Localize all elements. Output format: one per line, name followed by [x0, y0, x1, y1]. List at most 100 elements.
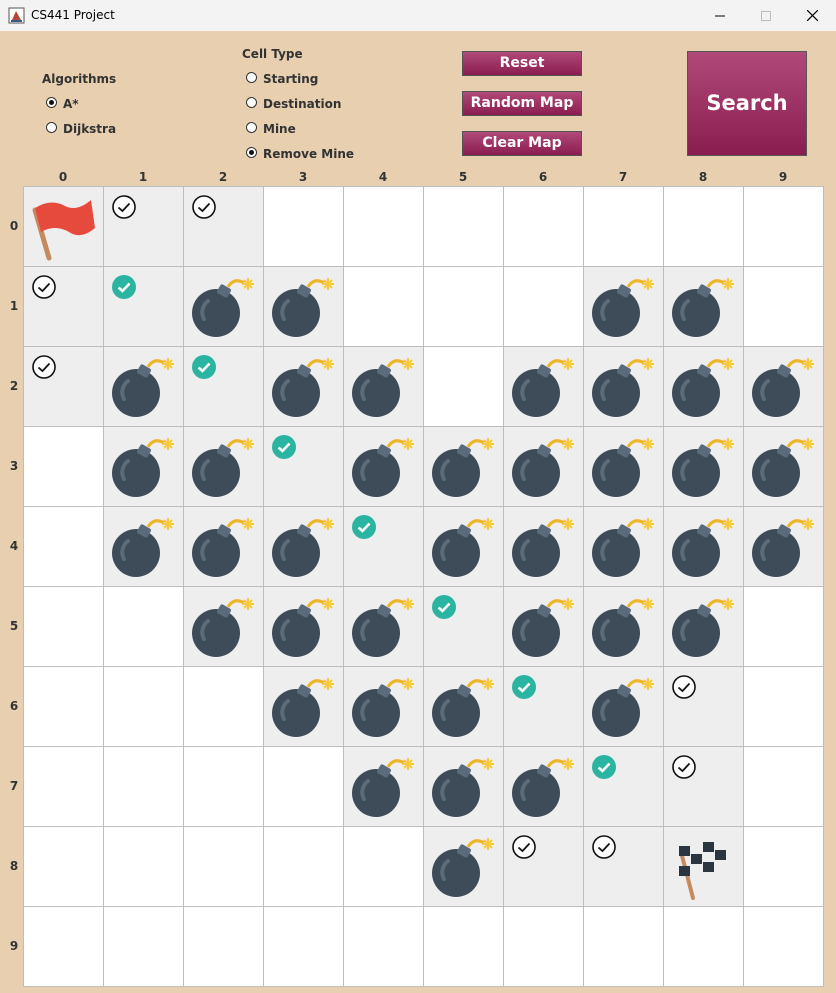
grid-cell-empty[interactable] — [24, 427, 103, 506]
grid-cell-empty[interactable] — [744, 187, 823, 266]
grid-cell-visited[interactable] — [24, 347, 103, 426]
grid-cell-mine[interactable] — [504, 747, 583, 826]
grid-cell-mine[interactable] — [424, 747, 503, 826]
grid-cell-empty[interactable] — [424, 267, 503, 346]
grid-cell-path[interactable] — [584, 747, 663, 826]
grid-cell-empty[interactable] — [104, 667, 183, 746]
grid-cell-empty[interactable] — [24, 747, 103, 826]
grid-cell-empty[interactable] — [744, 587, 823, 666]
grid-cell-empty[interactable] — [264, 747, 343, 826]
grid-cell-empty[interactable] — [344, 187, 423, 266]
grid-cell-empty[interactable] — [744, 747, 823, 826]
grid-cell-visited[interactable] — [104, 187, 183, 266]
grid-cell-mine[interactable] — [664, 507, 743, 586]
grid-cell-path[interactable] — [344, 507, 423, 586]
grid-cell-mine[interactable] — [504, 587, 583, 666]
map-grid[interactable] — [23, 186, 824, 987]
grid-cell-mine[interactable] — [664, 427, 743, 506]
grid-cell-mine[interactable] — [584, 507, 663, 586]
grid-cell-path[interactable] — [184, 347, 263, 426]
grid-cell-mine[interactable] — [344, 347, 423, 426]
grid-cell-mine[interactable] — [504, 507, 583, 586]
grid-cell-mine[interactable] — [584, 267, 663, 346]
grid-cell-empty[interactable] — [24, 827, 103, 906]
grid-cell-mine[interactable] — [584, 427, 663, 506]
grid-cell-visited[interactable] — [664, 667, 743, 746]
grid-cell-mine[interactable] — [744, 347, 823, 426]
grid-cell-empty[interactable] — [424, 187, 503, 266]
grid-cell-empty[interactable] — [504, 187, 583, 266]
grid-cell-visited[interactable] — [584, 827, 663, 906]
grid-cell-mine[interactable] — [344, 427, 423, 506]
grid-cell-mine[interactable] — [584, 347, 663, 426]
grid-cell-mine[interactable] — [344, 587, 423, 666]
grid-cell-mine[interactable] — [264, 667, 343, 746]
grid-cell-mine[interactable] — [424, 827, 503, 906]
grid-cell-mine[interactable] — [184, 587, 263, 666]
grid-cell-mine[interactable] — [424, 667, 503, 746]
maximize-button[interactable] — [743, 0, 789, 31]
grid-cell-visited[interactable] — [184, 187, 263, 266]
grid-cell-mine[interactable] — [664, 347, 743, 426]
grid-cell-empty[interactable] — [264, 827, 343, 906]
radio-mine[interactable] — [246, 122, 257, 133]
clear-map-button[interactable]: Clear Map — [462, 131, 582, 156]
grid-cell-path[interactable] — [264, 427, 343, 506]
grid-cell-mine[interactable] — [344, 667, 423, 746]
radio-dijkstra-label[interactable]: Dijkstra — [63, 122, 116, 136]
grid-cell-empty[interactable] — [104, 587, 183, 666]
grid-cell-visited[interactable] — [504, 827, 583, 906]
grid-cell-start-flag[interactable] — [24, 187, 103, 266]
grid-cell-empty[interactable] — [344, 827, 423, 906]
grid-cell-empty[interactable] — [184, 747, 263, 826]
grid-cell-mine[interactable] — [584, 587, 663, 666]
grid-cell-empty[interactable] — [424, 347, 503, 426]
grid-cell-mine[interactable] — [104, 347, 183, 426]
grid-cell-empty[interactable] — [584, 907, 663, 986]
grid-cell-mine[interactable] — [264, 267, 343, 346]
grid-cell-empty[interactable] — [24, 907, 103, 986]
grid-cell-mine[interactable] — [664, 267, 743, 346]
search-button[interactable]: Search — [687, 51, 807, 156]
grid-cell-mine[interactable] — [264, 507, 343, 586]
radio-starting[interactable] — [246, 72, 257, 83]
grid-cell-empty[interactable] — [424, 907, 503, 986]
radio-astar-label[interactable]: A* — [63, 97, 79, 111]
grid-cell-mine[interactable] — [504, 427, 583, 506]
grid-cell-mine[interactable] — [584, 667, 663, 746]
random-map-button[interactable]: Random Map — [462, 91, 582, 116]
grid-cell-mine[interactable] — [664, 587, 743, 666]
radio-destination[interactable] — [246, 97, 257, 108]
reset-button[interactable]: Reset — [462, 51, 582, 76]
grid-cell-empty[interactable] — [184, 667, 263, 746]
grid-cell-mine[interactable] — [104, 427, 183, 506]
grid-cell-empty[interactable] — [744, 907, 823, 986]
grid-cell-mine[interactable] — [184, 427, 263, 506]
grid-cell-empty[interactable] — [504, 907, 583, 986]
grid-cell-empty[interactable] — [664, 187, 743, 266]
grid-cell-visited[interactable] — [664, 747, 743, 826]
radio-remove-mine[interactable] — [246, 147, 257, 158]
grid-cell-empty[interactable] — [24, 587, 103, 666]
grid-cell-path[interactable] — [424, 587, 503, 666]
grid-cell-mine[interactable] — [184, 267, 263, 346]
grid-cell-path[interactable] — [104, 267, 183, 346]
grid-cell-empty[interactable] — [104, 827, 183, 906]
grid-cell-empty[interactable] — [264, 907, 343, 986]
grid-cell-mine[interactable] — [104, 507, 183, 586]
grid-cell-empty[interactable] — [104, 747, 183, 826]
radio-dijkstra[interactable] — [46, 122, 57, 133]
grid-cell-empty[interactable] — [24, 667, 103, 746]
grid-cell-empty[interactable] — [184, 907, 263, 986]
grid-cell-empty[interactable] — [344, 267, 423, 346]
grid-cell-visited[interactable] — [24, 267, 103, 346]
grid-cell-empty[interactable] — [184, 827, 263, 906]
grid-cell-empty[interactable] — [744, 267, 823, 346]
grid-cell-mine[interactable] — [184, 507, 263, 586]
grid-cell-empty[interactable] — [24, 507, 103, 586]
grid-cell-mine[interactable] — [344, 747, 423, 826]
grid-cell-empty[interactable] — [504, 267, 583, 346]
grid-cell-empty[interactable] — [104, 907, 183, 986]
grid-cell-empty[interactable] — [344, 907, 423, 986]
radio-astar[interactable] — [46, 97, 57, 108]
